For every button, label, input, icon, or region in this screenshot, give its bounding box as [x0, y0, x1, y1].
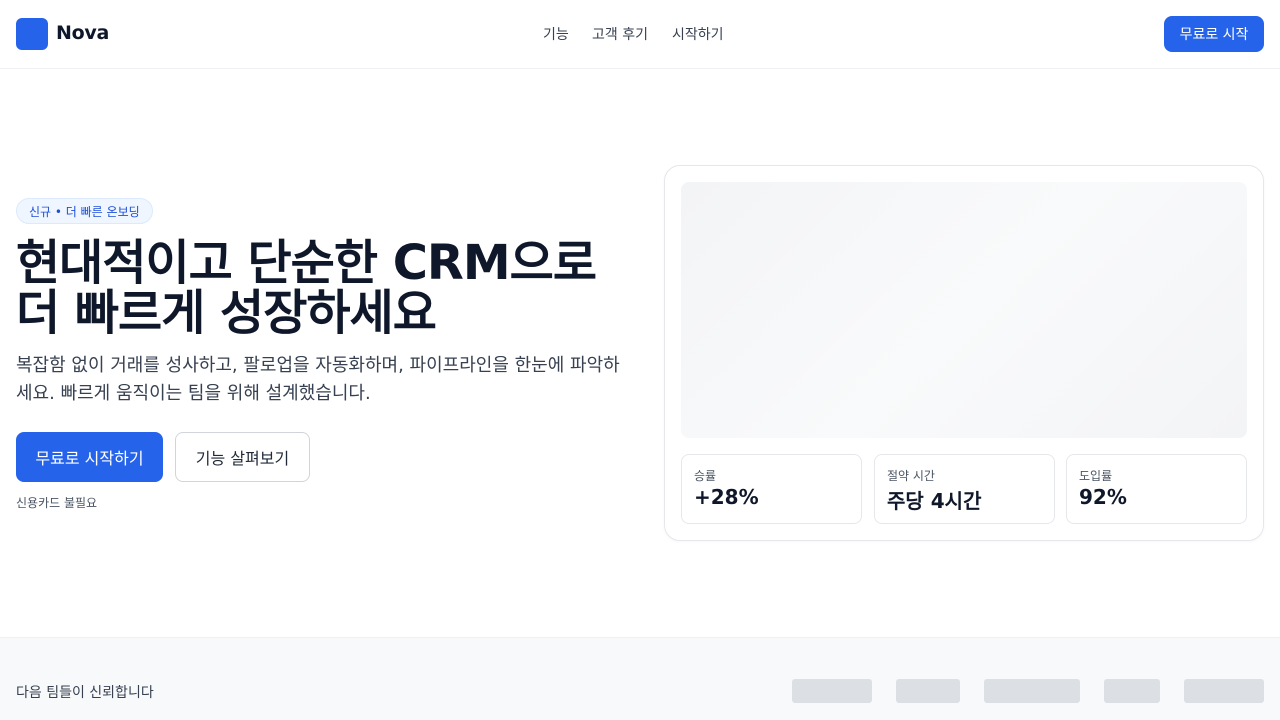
hero-title: 현대적이고 단순한 CRM으로 더 빠르게 성장하세요 [16, 238, 636, 338]
customer-logo-placeholder [1184, 679, 1264, 703]
stat-value: +28% [694, 485, 759, 509]
stat-value: 주당 4시간 [887, 489, 982, 513]
stat-card-win-rate: 승률 +28% [681, 454, 862, 524]
product-preview-card: 승률 +28% 절약 시간 주당 4시간 도입률 92% [664, 165, 1264, 541]
hero-title-line-2: 더 빠르게 성장하세요 [16, 285, 437, 341]
trusted-by-label: 다음 팀들이 신뢰합니다 [16, 685, 154, 701]
hero-subtitle: 복잡함 없이 거래를 성사하고, 팔로업을 자동화하며, 파이프라인을 한눈에 … [16, 355, 620, 404]
stat-value: 92% [1079, 485, 1127, 509]
stat-label: 승률 [694, 469, 717, 483]
product-screenshot-placeholder [681, 182, 1247, 438]
customer-logo-placeholder [1104, 679, 1160, 703]
trusted-by-section: 다음 팀들이 신뢰합니다 [0, 637, 1280, 720]
customer-logo-placeholder [896, 679, 960, 703]
site-header: Nova 기능 고객 후기 시작하기 무료로 시작 [0, 0, 1280, 69]
nav-link-features[interactable]: 기능 [543, 24, 569, 44]
start-free-button[interactable]: 무료로 시작하기 [16, 432, 163, 482]
explore-features-button[interactable]: 기능 살펴보기 [175, 432, 310, 482]
logo-icon[interactable] [16, 18, 48, 50]
nav-link-get-started[interactable]: 시작하기 [672, 24, 724, 44]
stat-label: 도입률 [1079, 469, 1113, 483]
hero-title-line-1: 현대적이고 단순한 CRM으로 [16, 235, 597, 291]
nav-link-testimonials[interactable]: 고객 후기 [592, 24, 648, 44]
no-credit-card-note: 신용카드 불필요 [16, 496, 98, 510]
stat-label: 절약 시간 [887, 469, 935, 483]
customer-logo-placeholder [792, 679, 872, 703]
customer-logo-placeholder [984, 679, 1080, 703]
stat-card-time-saved: 절약 시간 주당 4시간 [874, 454, 1055, 524]
announcement-badge: 신규 • 더 빠른 온보딩 [16, 198, 153, 224]
header-start-free-button[interactable]: 무료로 시작 [1164, 16, 1264, 52]
brand-name[interactable]: Nova [56, 22, 109, 44]
stat-card-adoption: 도입률 92% [1066, 454, 1247, 524]
